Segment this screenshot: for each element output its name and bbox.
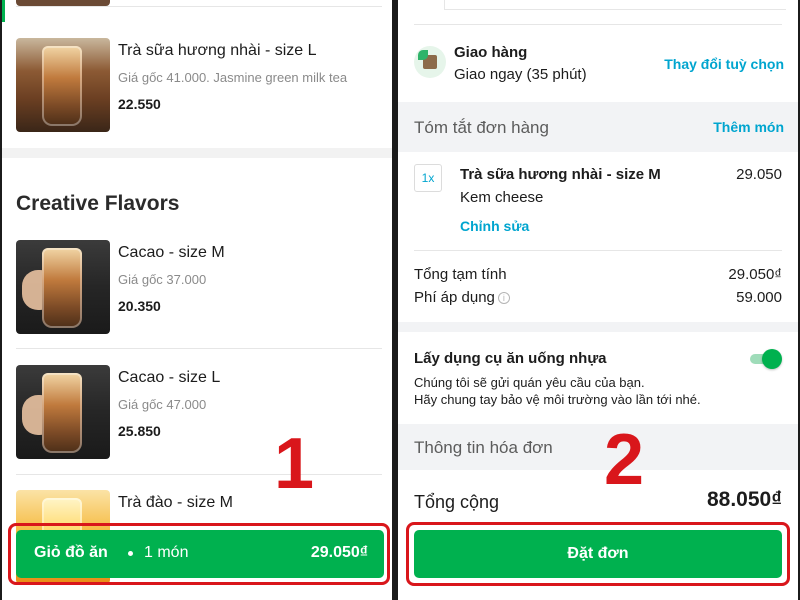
highlight-box-2 [406, 522, 790, 586]
checkout-panel: Giao hàng Giao ngay (35 phút) Thay đổi t… [398, 0, 798, 600]
item-name: Trà sữa hương nhài - size L [118, 42, 317, 59]
section-separator [398, 322, 798, 332]
divider [414, 24, 782, 25]
item-name: Cacao - size L [118, 369, 221, 386]
invoice-header[interactable]: Thông tin hóa đơn [398, 424, 798, 470]
item-description: Giá gốc 41.000. Jasmine green milk tea [118, 70, 348, 85]
subtotal-label: Tổng tạm tính [414, 266, 507, 283]
add-item-link[interactable]: Thêm món [713, 119, 784, 135]
utensils-toggle[interactable] [750, 348, 782, 370]
utensils-title: Lấy dụng cụ ăn uống nhựa [414, 350, 607, 367]
utensils-description-line2: Hãy chung tay bảo vệ môi trường vào lần … [414, 392, 701, 407]
total-label: Tổng cộng [414, 492, 500, 512]
item-description: Giá gốc 47.000 [118, 397, 207, 412]
fee-label: Phí áp dụng [414, 289, 495, 306]
total-value: 88.050₫ [706, 488, 782, 511]
invoice-title: Thông tin hóa đơn [414, 438, 553, 457]
divider [16, 348, 382, 349]
order-item-price: 29.050 [736, 166, 782, 183]
item-name: Trà đào - size M [118, 494, 233, 511]
previous-section-edge [444, 0, 786, 10]
step-number-1: 1 [274, 424, 315, 504]
menu-panel: Trà sữa hương nhài - size L Giá gốc 41.0… [2, 0, 392, 600]
scroll-indicator [2, 0, 5, 22]
subtotal-value: 29.050₫ [728, 266, 782, 283]
fee-value: 59.000 [736, 289, 782, 306]
divider [16, 6, 382, 7]
info-icon[interactable]: i [497, 292, 510, 304]
item-image [16, 240, 110, 334]
item-image [16, 365, 110, 459]
fee-row: Phí áp dụng i [414, 289, 510, 306]
step-number-2: 2 [604, 420, 645, 500]
delivery-time: Giao ngay (35 phút) [454, 66, 587, 83]
section-title: Creative Flavors [16, 192, 180, 215]
summary-title: Tóm tắt đơn hàng [414, 118, 549, 137]
delivery-title: Giao hàng [454, 44, 528, 61]
order-item-name: Trà sữa hương nhài - size M [460, 166, 661, 183]
menu-item[interactable]: Cacao - size M Giá gốc 37.000 20.350 [16, 240, 384, 336]
item-image [16, 38, 110, 132]
divider [16, 474, 382, 475]
item-name: Cacao - size M [118, 244, 225, 261]
summary-header: Tóm tắt đơn hàng Thêm món [398, 102, 798, 152]
change-option-link[interactable]: Thay đổi tuỳ chọn [664, 56, 784, 72]
utensils-description-line1: Chúng tôi sẽ gửi quán yêu cầu của bạn. [414, 375, 645, 390]
quantity-badge[interactable]: 1x [414, 164, 442, 192]
section-separator [2, 148, 392, 158]
highlight-box-1 [8, 523, 390, 585]
edit-item-link[interactable]: Chỉnh sửa [460, 218, 529, 234]
item-price: 22.550 [118, 96, 161, 112]
item-price: 25.850 [118, 423, 161, 439]
item-price: 20.350 [118, 298, 161, 314]
menu-item[interactable]: Cacao - size L Giá gốc 47.000 25.850 [16, 365, 384, 461]
order-item-option: Kem cheese [460, 189, 544, 206]
menu-item[interactable]: Trà sữa hương nhài - size L Giá gốc 41.0… [16, 38, 384, 134]
divider [414, 250, 782, 251]
item-description: Giá gốc 37.000 [118, 272, 207, 287]
delivery-icon [414, 46, 446, 78]
